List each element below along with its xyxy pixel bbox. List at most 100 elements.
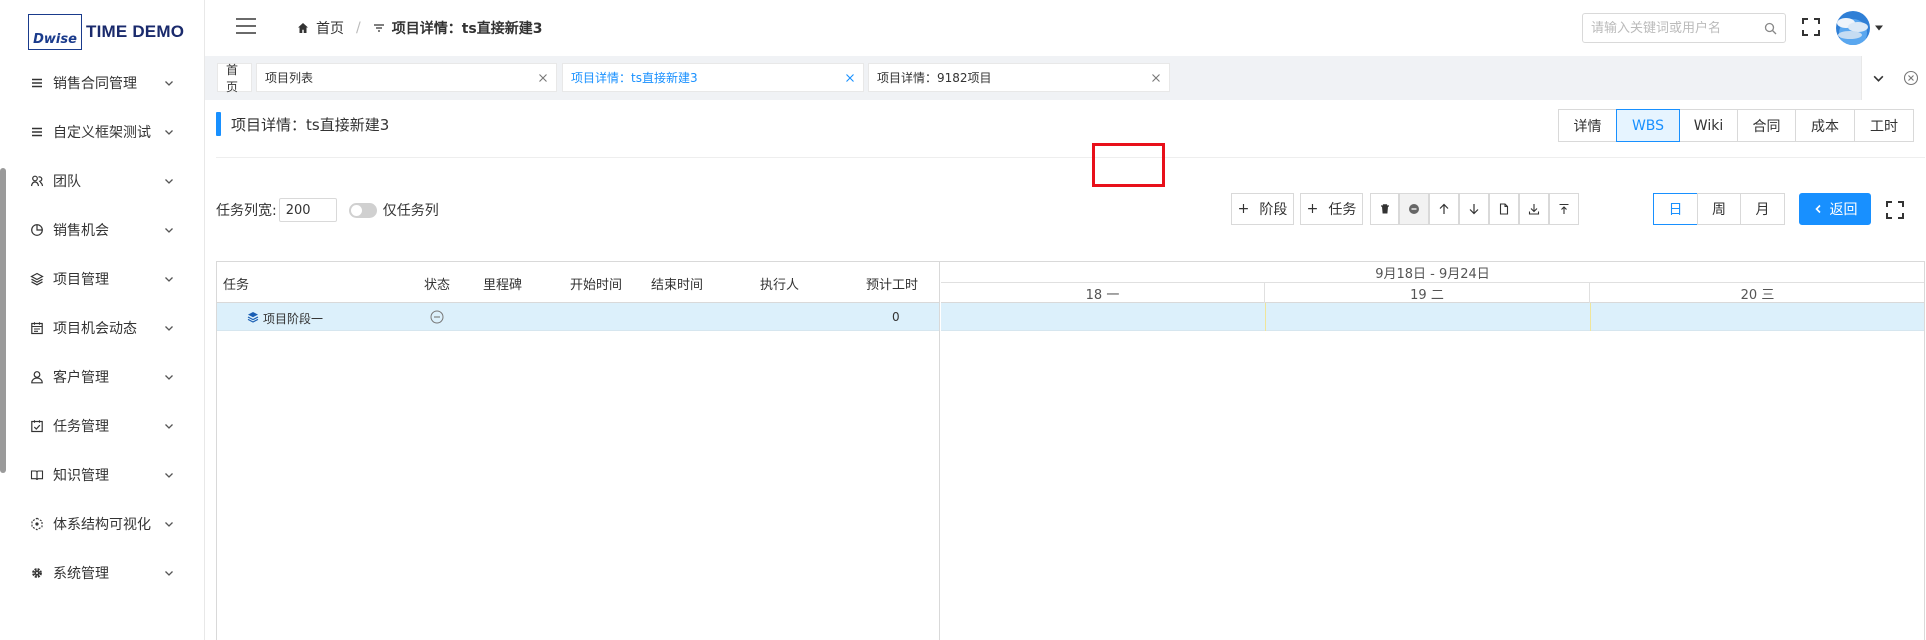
list-icon xyxy=(32,127,42,136)
breadcrumb: 首页 / 项目详情：ts直接新建3 xyxy=(297,18,543,38)
col-end-time[interactable]: 结束时间 xyxy=(651,274,703,293)
trash-icon xyxy=(1380,204,1389,214)
view-tab-cost[interactable]: 成本 xyxy=(1795,109,1855,142)
move-down-button[interactable] xyxy=(1459,193,1489,225)
sidebar-item-knowledge-management[interactable]: 知识管理 xyxy=(0,450,205,499)
minus-circle-icon xyxy=(1409,204,1419,214)
col-assignee[interactable]: 执行人 xyxy=(760,274,799,293)
chevron-down-icon xyxy=(165,374,173,380)
scale-day-button[interactable]: 日 xyxy=(1653,193,1698,225)
import-button[interactable] xyxy=(1519,193,1549,225)
chevron-down-icon xyxy=(1873,75,1884,82)
timeline-day: 18 一 xyxy=(941,283,1265,303)
caret-down-icon[interactable] xyxy=(1874,24,1884,32)
sidebar-item-label: 团队 xyxy=(53,173,81,190)
sidebar-scrollbar[interactable] xyxy=(0,168,6,473)
sidebar-item-label: 销售合同管理 xyxy=(53,75,137,92)
checkbox-calendar-icon xyxy=(31,419,43,432)
view-tab-worktime[interactable]: 工时 xyxy=(1854,109,1914,142)
view-tab-wiki[interactable]: Wiki xyxy=(1679,109,1738,142)
sidebar-item-architecture-visualization[interactable]: 体系结构可视化 xyxy=(0,499,205,548)
tab-label: 项目列表 xyxy=(265,71,314,85)
list-icon xyxy=(32,78,42,87)
sidebar-item-sales-contract[interactable]: 销售合同管理 xyxy=(0,58,205,107)
copy-button[interactable] xyxy=(1489,193,1519,225)
arrow-up-icon xyxy=(1439,203,1449,214)
breadcrumb-home[interactable]: 首页 xyxy=(297,18,344,38)
close-circle-icon xyxy=(1903,70,1918,86)
tab-label: 首页 xyxy=(226,62,239,94)
close-icon[interactable] xyxy=(1151,73,1161,83)
col-status[interactable]: 状态 xyxy=(424,274,450,293)
gantt-fullscreen-icon[interactable] xyxy=(1886,201,1904,219)
col-task[interactable]: 任务 xyxy=(223,274,249,293)
view-tab-detail[interactable]: 详情 xyxy=(1558,109,1617,142)
sidebar-item-task-management[interactable]: 任务管理 xyxy=(0,401,205,450)
sidebar-item-sales-opportunity[interactable]: 销售机会 xyxy=(0,205,205,254)
file-icon xyxy=(1499,203,1509,215)
gear-icon xyxy=(32,567,42,578)
sidebar-item-project-opportunity-feed[interactable]: 项目机会动态 xyxy=(0,303,205,352)
only-task-label: 仅任务列 xyxy=(382,203,439,219)
move-up-button[interactable] xyxy=(1429,193,1459,225)
timeline-days: 18 一 19 二 20 三 xyxy=(941,283,1924,303)
sidebar-item-custom-framework[interactable]: 自定义框架测试 xyxy=(0,107,205,156)
book-icon xyxy=(30,469,44,480)
timeline-row[interactable] xyxy=(941,303,1924,331)
sidebar-item-team[interactable]: 团队 xyxy=(0,156,205,205)
add-stage-button[interactable]: + 阶段 xyxy=(1231,193,1294,225)
calendar-icon xyxy=(31,321,43,334)
row-task-name: 项目阶段一 xyxy=(263,312,324,326)
layers-icon xyxy=(30,272,44,285)
avatar[interactable] xyxy=(1836,11,1870,45)
tab-project-list[interactable]: 项目列表 xyxy=(256,63,557,92)
table-row[interactable]: 项目阶段一 0 xyxy=(217,303,939,331)
scale-month-button[interactable]: 月 xyxy=(1740,193,1785,225)
tab-label: 项目详情：ts直接新建3 xyxy=(571,71,698,85)
sidebar-item-label: 知识管理 xyxy=(53,467,109,484)
plus-icon: + xyxy=(1306,201,1319,217)
move-top-button[interactable] xyxy=(1549,193,1579,225)
gantt-chart: 任务 状态 里程碑 开始时间 结束时间 执行人 预计工时 项目阶段一 0 9月1… xyxy=(216,261,1925,640)
page-title-accent xyxy=(216,112,221,136)
back-button[interactable]: 返回 xyxy=(1799,193,1871,225)
sidebar-item-project-management[interactable]: 项目管理 xyxy=(0,254,205,303)
fullscreen-icon[interactable] xyxy=(1802,18,1820,36)
hamburger-menu-icon[interactable] xyxy=(235,17,257,35)
sidebar-item-customer-management[interactable]: 客户管理 xyxy=(0,352,205,401)
close-icon[interactable] xyxy=(538,73,548,83)
close-all-tabs-button[interactable] xyxy=(1895,56,1926,100)
search-icon[interactable] xyxy=(1764,22,1777,35)
disable-button[interactable] xyxy=(1399,193,1429,225)
view-tab-wbs[interactable]: WBS xyxy=(1616,109,1680,142)
timeline-day: 20 三 xyxy=(1740,287,1775,303)
sidebar-item-label: 项目机会动态 xyxy=(53,320,137,337)
sidebar: Dwise TIME DEMO 销售合同管理 自定义框架测试 团队 销售机会 项… xyxy=(0,0,205,640)
vertical-align-top-icon xyxy=(1559,203,1569,214)
search-input[interactable] xyxy=(1591,20,1764,36)
add-task-button[interactable]: + 任务 xyxy=(1300,193,1363,225)
app-title: TIME DEMO xyxy=(86,22,185,41)
tab-home[interactable]: 首页 xyxy=(217,62,252,94)
col-milestone[interactable]: 里程碑 xyxy=(483,274,522,293)
col-start-time[interactable]: 开始时间 xyxy=(570,274,622,293)
delete-button[interactable] xyxy=(1370,193,1399,225)
chevron-down-icon xyxy=(165,521,173,527)
view-tab-contract[interactable]: 合同 xyxy=(1737,109,1796,142)
close-icon[interactable] xyxy=(845,73,855,83)
tab-project-detail-ts3[interactable]: 项目详情：ts直接新建3 xyxy=(562,63,864,92)
app-logo[interactable]: Dwise TIME DEMO xyxy=(28,12,184,52)
tab-list-dropdown[interactable] xyxy=(1861,56,1895,100)
pie-chart-icon xyxy=(31,223,43,236)
tab-label: 项目详情：9182项目 xyxy=(877,71,992,85)
sidebar-item-system-management[interactable]: 系统管理 xyxy=(0,548,205,597)
chevron-down-icon xyxy=(165,178,173,184)
col-estimated-hours[interactable]: 预计工时 xyxy=(866,274,918,293)
tab-project-detail-9182[interactable]: 项目详情：9182项目 xyxy=(868,63,1170,92)
breadcrumb-home-label: 首页 xyxy=(316,21,344,37)
only-task-toggle[interactable] xyxy=(348,202,377,218)
task-width-input[interactable] xyxy=(278,198,337,222)
timeline-gridline xyxy=(1265,303,1266,331)
scale-week-button[interactable]: 周 xyxy=(1697,193,1741,225)
main-content: 项目详情：ts直接新建3 详情 WBS Wiki 合同 成本 工时 任务列宽: … xyxy=(205,100,1926,640)
